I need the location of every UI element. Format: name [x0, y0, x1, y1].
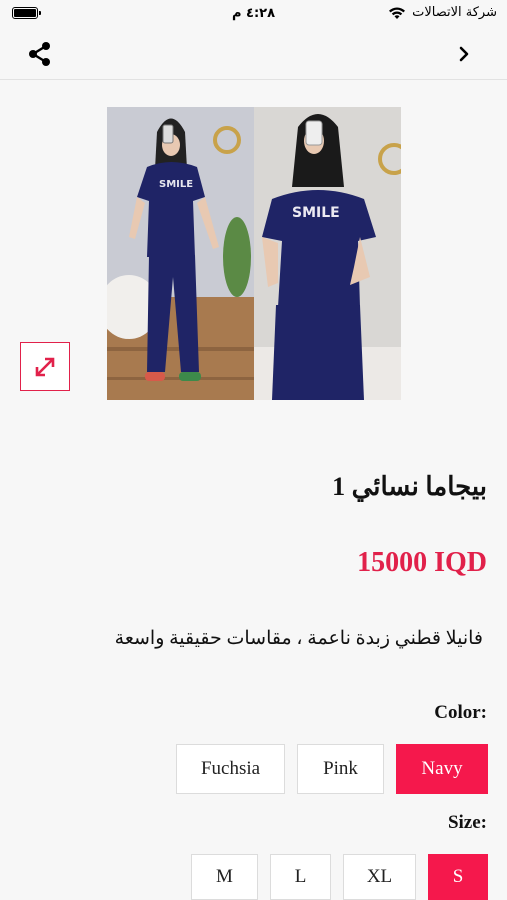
product-photo-right: SMILE	[254, 107, 401, 400]
share-icon[interactable]	[26, 40, 54, 68]
status-right: شركة الاتصالات	[388, 5, 497, 20]
product-title: بيجاما نسائي 1	[332, 472, 487, 501]
carrier-name: شركة الاتصالات	[412, 5, 497, 20]
svg-text:SMILE: SMILE	[292, 205, 340, 221]
size-option-s[interactable]: S	[428, 854, 488, 900]
product-photo-left: SMILE	[107, 107, 254, 400]
color-option-pink[interactable]: Pink	[297, 744, 384, 794]
size-option-m[interactable]: M	[191, 854, 258, 900]
product-description: فانيلا قطني زبدة ناعمة ، مقاسات حقيقية و…	[114, 628, 483, 649]
wifi-icon	[389, 7, 406, 19]
expand-image-button[interactable]	[20, 342, 70, 391]
color-option-fuchsia[interactable]: Fuchsia	[176, 744, 285, 794]
chevron-right-icon[interactable]	[455, 42, 473, 66]
expand-icon	[35, 357, 55, 376]
product-price: 15000 IQD	[357, 547, 487, 578]
size-label: Size:	[447, 812, 487, 833]
color-label: Color:	[434, 702, 487, 723]
nav-bar	[0, 28, 507, 80]
product-image[interactable]: SMILE SMILE	[107, 107, 401, 400]
status-bar: ٤:٢٨ م شركة الاتصالات	[0, 0, 507, 28]
svg-text:SMILE: SMILE	[159, 179, 193, 190]
size-option-l[interactable]: L	[270, 854, 331, 900]
size-option-xl[interactable]: XL	[343, 854, 416, 900]
color-option-navy[interactable]: Navy	[396, 744, 488, 794]
